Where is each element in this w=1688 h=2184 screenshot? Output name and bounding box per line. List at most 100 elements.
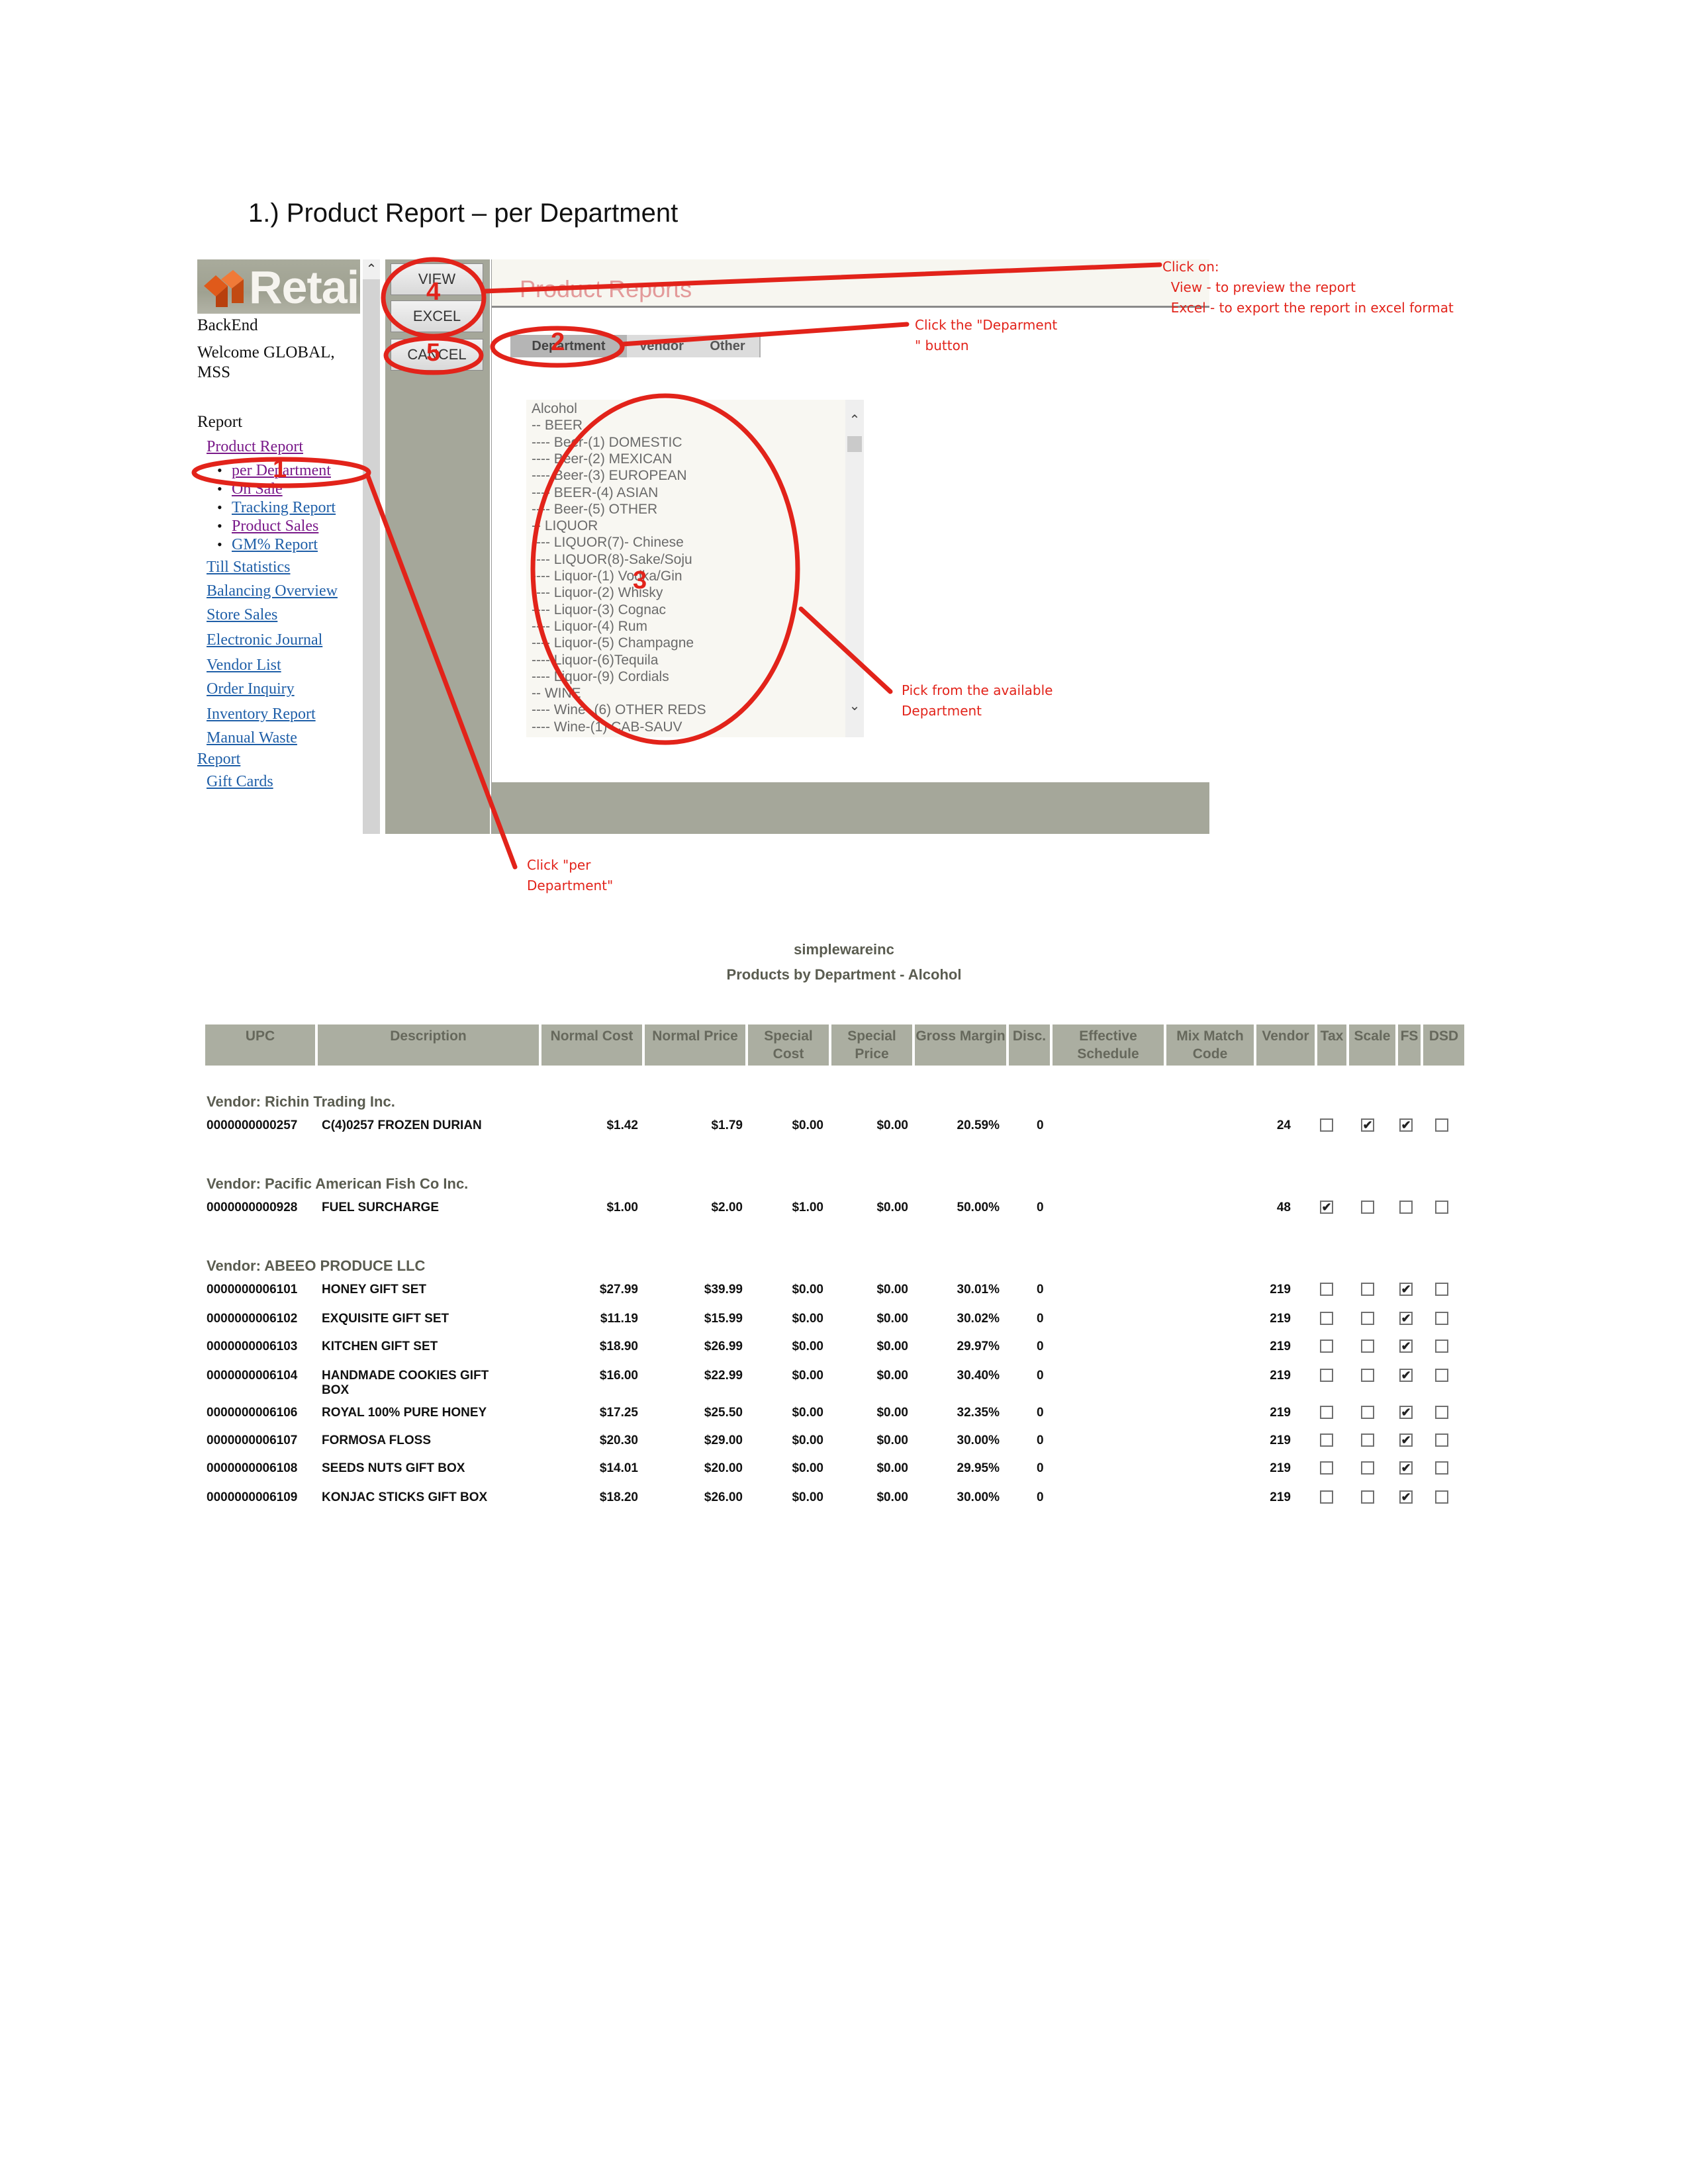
dsd-checkbox[interactable] xyxy=(1435,1490,1448,1504)
table-cell: $16.00 xyxy=(599,1369,638,1383)
scroll-thumb[interactable] xyxy=(847,436,862,452)
scale-checkbox[interactable]: ✔ xyxy=(1361,1118,1374,1132)
department-option[interactable]: ---- Wine-(1) CAB-SAUV xyxy=(532,719,682,735)
dsd-checkbox[interactable] xyxy=(1435,1118,1448,1132)
fs-checkbox[interactable]: ✔ xyxy=(1399,1490,1413,1504)
dsd-checkbox[interactable] xyxy=(1435,1369,1448,1382)
fs-checkbox[interactable]: ✔ xyxy=(1399,1369,1413,1382)
tab-vendor[interactable]: Vendor xyxy=(627,335,697,357)
table-cell: 0 xyxy=(1037,1406,1044,1420)
department-scrollbar[interactable]: ⌃ ⌄ xyxy=(845,400,864,737)
nav-scrollbar[interactable]: ⌃ xyxy=(363,259,380,834)
scale-checkbox[interactable] xyxy=(1361,1369,1374,1382)
fs-checkbox[interactable]: ✔ xyxy=(1399,1118,1413,1132)
department-option[interactable]: ---- Liquor-(6)Tequila xyxy=(532,653,658,668)
department-listbox[interactable]: ⌃ ⌄ Alcohol -- BEER ---- Beer-(1) DOMESTIC… xyxy=(526,400,864,737)
nav-manual-waste[interactable]: Manual Waste xyxy=(207,729,297,747)
scroll-down-icon[interactable]: ⌄ xyxy=(845,698,864,714)
tax-checkbox[interactable] xyxy=(1320,1340,1333,1353)
nav-product-sales[interactable]: Product Sales xyxy=(232,518,318,535)
fs-checkbox[interactable]: ✔ xyxy=(1399,1406,1413,1419)
nav-manual-waste-report[interactable]: Report xyxy=(197,751,240,768)
table-cell: 219 xyxy=(1270,1369,1291,1383)
tab-other[interactable]: Other xyxy=(696,335,761,357)
dsd-checkbox[interactable] xyxy=(1435,1340,1448,1353)
department-option[interactable]: -- BEER xyxy=(532,418,583,433)
tax-checkbox[interactable] xyxy=(1320,1406,1333,1419)
scale-checkbox[interactable] xyxy=(1361,1406,1374,1419)
nav-store-sales[interactable]: Store Sales xyxy=(207,606,277,624)
department-option[interactable]: ---- Liquor-(5) Champagne xyxy=(532,635,694,651)
scroll-up-icon[interactable]: ⌃ xyxy=(845,412,864,428)
table-cell: $15.99 xyxy=(704,1312,743,1326)
tax-checkbox[interactable] xyxy=(1320,1312,1333,1325)
dsd-checkbox[interactable] xyxy=(1435,1201,1448,1214)
department-option[interactable]: ---- LIQUOR(8)-Sake/Soju xyxy=(532,552,692,568)
tax-checkbox[interactable] xyxy=(1320,1461,1333,1475)
nav-till-statistics[interactable]: Till Statistics xyxy=(207,559,291,576)
department-option[interactable]: -- WINE xyxy=(532,686,581,702)
scale-checkbox[interactable] xyxy=(1361,1490,1374,1504)
table-cell: 30.02% xyxy=(957,1312,1000,1326)
fs-checkbox[interactable] xyxy=(1399,1201,1413,1214)
table-cell: $0.00 xyxy=(876,1490,908,1504)
tax-checkbox[interactable] xyxy=(1320,1118,1333,1132)
nav-gm-report[interactable]: GM% Report xyxy=(232,536,318,554)
dsd-checkbox[interactable] xyxy=(1435,1433,1448,1447)
table-cell: EXQUISITE GIFT SET xyxy=(322,1312,449,1326)
scale-checkbox[interactable] xyxy=(1361,1312,1374,1325)
dsd-checkbox[interactable] xyxy=(1435,1312,1448,1325)
nav-inventory-report[interactable]: Inventory Report xyxy=(207,705,316,723)
table-cell: $26.00 xyxy=(704,1490,743,1504)
tax-checkbox[interactable] xyxy=(1320,1283,1333,1296)
department-option[interactable]: -- LIQUOR xyxy=(532,518,598,534)
scale-checkbox[interactable] xyxy=(1361,1283,1374,1296)
tab-department[interactable]: Department xyxy=(510,335,628,357)
nav-electronic-journal[interactable]: Electronic Journal xyxy=(207,631,322,649)
dsd-checkbox[interactable] xyxy=(1435,1406,1448,1419)
scale-checkbox[interactable] xyxy=(1361,1461,1374,1475)
table-cell: $0.00 xyxy=(876,1433,908,1447)
dsd-checkbox[interactable] xyxy=(1435,1461,1448,1475)
nav-gift-cards[interactable]: Gift Cards xyxy=(207,773,273,791)
nav-balancing-overview[interactable]: Balancing Overview xyxy=(207,582,338,600)
content-title: Product Reports xyxy=(520,275,692,302)
department-option[interactable]: ---- Beer-(2) MEXICAN xyxy=(532,451,672,467)
dsd-checkbox[interactable] xyxy=(1435,1283,1448,1296)
fs-checkbox[interactable]: ✔ xyxy=(1399,1461,1413,1475)
fs-checkbox[interactable]: ✔ xyxy=(1399,1312,1413,1325)
column-header: Vendor xyxy=(1256,1024,1315,1066)
tax-checkbox[interactable] xyxy=(1320,1433,1333,1447)
department-option[interactable]: ---- LIQUOR(7)- Chinese xyxy=(532,535,684,551)
scale-checkbox[interactable] xyxy=(1361,1340,1374,1353)
table-cell: $39.99 xyxy=(704,1283,743,1297)
nav-vendor-list[interactable]: Vendor List xyxy=(207,657,281,674)
department-option[interactable]: Alcohol xyxy=(532,401,577,417)
scroll-up-icon[interactable]: ⌃ xyxy=(363,259,380,279)
department-option[interactable]: ---- Wine- (6) OTHER REDS xyxy=(532,702,706,718)
department-option[interactable]: ---- Liquor-(3) Cognac xyxy=(532,602,666,618)
department-option[interactable]: ---- Beer-(3) EUROPEAN xyxy=(532,468,687,484)
nav-tracking-report[interactable]: Tracking Report xyxy=(232,499,336,517)
tax-checkbox[interactable] xyxy=(1320,1369,1333,1382)
tax-checkbox[interactable]: ✔ xyxy=(1320,1201,1333,1214)
tax-checkbox[interactable] xyxy=(1320,1490,1333,1504)
nav-product-report[interactable]: Product Report xyxy=(207,438,303,456)
department-option[interactable]: ---- BEER-(4) ASIAN xyxy=(532,485,658,501)
department-option[interactable]: ---- Liquor-(1) Vodka/Gin xyxy=(532,569,682,584)
table-cell: $0.00 xyxy=(792,1312,823,1326)
fs-checkbox[interactable]: ✔ xyxy=(1399,1433,1413,1447)
department-option[interactable]: ---- Liquor-(4) Rum xyxy=(532,619,647,635)
department-option[interactable]: ---- Beer-(1) DOMESTIC xyxy=(532,435,682,451)
department-option[interactable]: ---- Beer-(5) OTHER xyxy=(532,502,657,518)
fs-checkbox[interactable]: ✔ xyxy=(1399,1283,1413,1296)
fs-checkbox[interactable]: ✔ xyxy=(1399,1340,1413,1353)
table-cell: $0.00 xyxy=(876,1369,908,1383)
step-2-label: 2 xyxy=(551,328,565,356)
scale-checkbox[interactable] xyxy=(1361,1433,1374,1447)
table-cell: $0.00 xyxy=(876,1340,908,1353)
department-option[interactable]: ---- Liquor-(9) Cordials xyxy=(532,669,669,685)
scale-checkbox[interactable] xyxy=(1361,1201,1374,1214)
table-cell: $1.42 xyxy=(606,1118,638,1132)
nav-order-inquiry[interactable]: Order Inquiry xyxy=(207,680,295,698)
